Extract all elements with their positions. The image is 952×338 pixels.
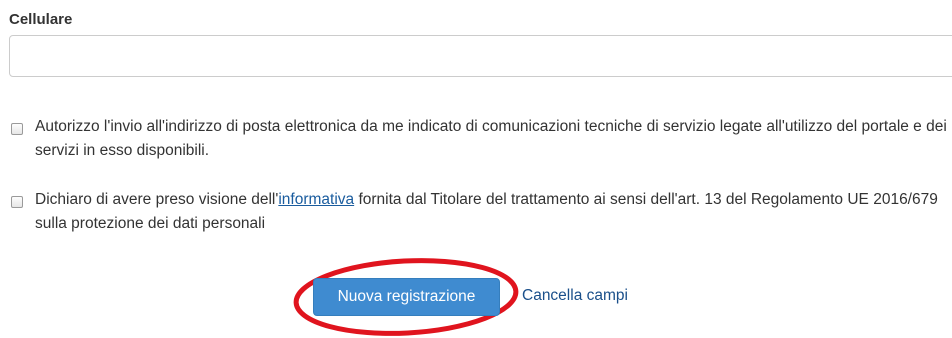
registration-form: Cellulare Autorizzo l'invio all'indirizz… (0, 0, 952, 338)
consent-service-row: Autorizzo l'invio all'indirizzo di posta… (11, 118, 952, 163)
consent-privacy-row: Dichiaro di avere preso visione dell'inf… (11, 191, 952, 236)
consent-service-checkbox[interactable] (11, 123, 23, 135)
consent-privacy-checkbox[interactable] (11, 196, 23, 208)
consent-privacy-text-before: Dichiaro di avere preso visione dell' (35, 191, 279, 208)
consent-service-text: Autorizzo l'invio all'indirizzo di posta… (35, 118, 947, 159)
mobile-label: Cellulare (9, 11, 73, 28)
clear-fields-link[interactable]: Cancella campi (522, 287, 628, 305)
consent-privacy-text: Dichiaro di avere preso visione dell'inf… (35, 188, 952, 236)
mobile-input[interactable] (9, 35, 952, 77)
new-registration-button[interactable]: Nuova registrazione (313, 278, 500, 316)
privacy-notice-link[interactable]: informativa (278, 191, 354, 208)
